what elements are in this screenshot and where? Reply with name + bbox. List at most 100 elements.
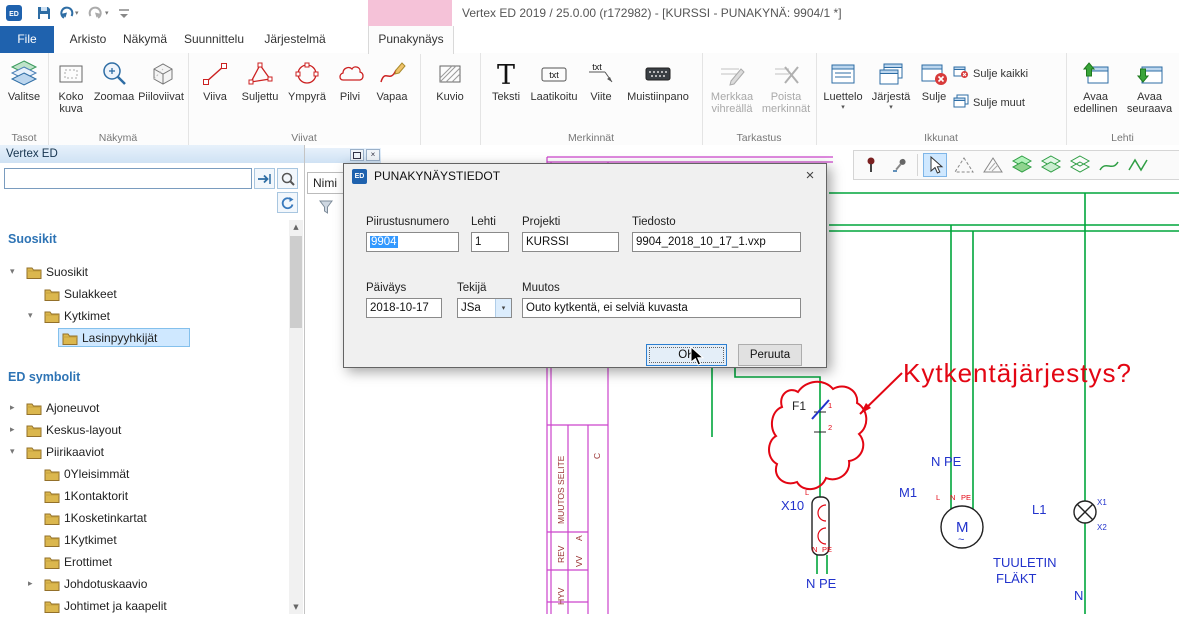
tab-arkisto[interactable]: Arkisto (62, 26, 114, 53)
tree-item-piirikaaviot[interactable]: ▾ Piirikaaviot (0, 442, 288, 462)
dashed-triangle-icon[interactable] (952, 153, 976, 177)
valitse-button[interactable]: Valitse (1, 55, 47, 130)
paivays-field[interactable]: 2018-10-17 (366, 298, 442, 318)
tree-item-sulakkeet[interactable]: Sulakkeet (0, 284, 288, 304)
avaa-seuraava-button[interactable]: Avaa seuraava (1123, 55, 1177, 130)
chevron-down-icon[interactable]: ▾ (75, 9, 79, 17)
refresh-button[interactable] (277, 192, 298, 213)
tree-item-1kytkimet[interactable]: 1Kytkimet (0, 530, 288, 550)
lehti-field[interactable]: 1 (471, 232, 509, 252)
viiva-button[interactable]: Viiva (194, 55, 236, 130)
search-icon (280, 171, 296, 187)
tree-item-lasinpyyhkijat[interactable]: Lasinpyyhkijät (0, 328, 288, 348)
search-input[interactable] (4, 168, 252, 189)
sulje-muut-button[interactable]: Sulje muut (953, 94, 1063, 111)
merkkaa-vihrealla-button: Merkkaa vihreällä (705, 55, 759, 130)
chevron-down-icon[interactable]: ▾ (495, 299, 511, 317)
tree-item-0yleisimmat[interactable]: 0Yleisimmät (0, 464, 288, 484)
tab-file[interactable]: File (0, 26, 54, 53)
customize-toolbar-button[interactable] (118, 4, 130, 22)
ok-button[interactable]: OK (646, 344, 727, 366)
chevron-down-icon[interactable]: ▾ (841, 103, 845, 111)
layers-green-icon[interactable] (1010, 153, 1034, 177)
chevron-right-icon[interactable]: ▸ (10, 398, 15, 418)
scrollbar-thumb[interactable] (290, 236, 302, 328)
tiedosto-field[interactable]: 9904_2018_10_17_1.vxp (632, 232, 801, 252)
green-zigzag-icon[interactable] (1126, 153, 1150, 177)
sulje-kaikki-button[interactable]: Sulje kaikki (953, 65, 1063, 82)
piiloviivat-button[interactable]: Piiloviivat (134, 55, 188, 130)
laatikoitu-button[interactable]: txt Laatikoitu (526, 55, 582, 130)
kuvio-button[interactable]: Kuvio (423, 55, 477, 130)
chevron-down-icon[interactable]: ▾ (889, 103, 893, 111)
open-previous-icon (1081, 58, 1111, 90)
green-lines-icon[interactable] (1097, 153, 1121, 177)
muutos-field[interactable]: Outo kytkentä, ei selviä kuvasta (522, 298, 801, 318)
sidebar-scrollbar[interactable]: ▲ ▼ (289, 220, 303, 614)
vapaa-button[interactable]: Vapaa (370, 55, 414, 130)
layers-green-light-icon[interactable] (1039, 153, 1063, 177)
browser-panel-titlebar[interactable]: × (305, 148, 381, 163)
group-caption: Lehti (1066, 132, 1179, 144)
jarjesta-button[interactable]: Järjestä ▾ (867, 55, 915, 130)
layers-outline-icon[interactable] (1068, 153, 1092, 177)
chevron-down-icon[interactable]: ▾ (10, 262, 15, 282)
cancel-button[interactable]: Peruuta (738, 344, 802, 366)
tree-item-1kontaktorit[interactable]: 1Kontaktorit (0, 486, 288, 506)
tab-punakynays[interactable]: Punakynäys (368, 26, 454, 54)
piirustusnumero-field[interactable]: 9904 (366, 232, 459, 252)
chevron-right-icon[interactable]: ▸ (10, 420, 15, 440)
restore-panel-icon[interactable] (350, 149, 364, 161)
filter-funnel-icon[interactable] (319, 200, 337, 215)
chevron-right-icon[interactable]: ▸ (28, 574, 33, 594)
teksti-button[interactable]: T Teksti (486, 55, 526, 130)
group-caption: Tasot (0, 132, 48, 144)
dialog-titlebar[interactable]: ED PUNAKYNÄYSTIEDOT × (344, 164, 826, 188)
hatched-triangle-icon[interactable] (981, 153, 1005, 177)
tree-item-johdotuskaavio[interactable]: ▸ Johdotuskaavio (0, 574, 288, 594)
tree-item-kytkimet[interactable]: ▾ Kytkimet (0, 306, 288, 326)
pilvi-button[interactable]: Pilvi (330, 55, 370, 130)
tree-item-keskus-layout[interactable]: ▸ Keskus-layout (0, 420, 288, 440)
pin-icon[interactable] (859, 153, 883, 177)
luettelo-button[interactable]: Luettelo ▾ (819, 55, 867, 130)
cascade-windows-icon (876, 58, 906, 90)
layers-icon (9, 58, 39, 90)
search-button[interactable] (277, 168, 298, 189)
tab-jarjestelma[interactable]: Järjestelmä (256, 26, 334, 53)
scroll-down-button[interactable]: ▼ (289, 600, 303, 614)
chevron-down-icon[interactable]: ▾ (28, 306, 33, 326)
tree-item-1kosketinkartat[interactable]: 1Kosketinkartat (0, 508, 288, 528)
search-go-button[interactable] (254, 168, 275, 189)
projekti-field[interactable]: KURSSI (522, 232, 619, 252)
redo-button[interactable]: ▾ (88, 4, 109, 22)
muistiinpano-button[interactable]: Muistiinpano (620, 55, 696, 130)
save-button[interactable] (36, 4, 52, 22)
section-suosikit: Suosikit (8, 232, 57, 246)
koko-kuva-button[interactable]: Koko kuva (48, 55, 94, 130)
tab-suunnittelu[interactable]: Suunnittelu (176, 26, 252, 53)
unpin-icon[interactable] (888, 153, 912, 177)
select-cursor-icon[interactable] (923, 153, 947, 177)
tree-item-ajoneuvot[interactable]: ▸ Ajoneuvot (0, 398, 288, 418)
sulje-button[interactable]: Sulje (915, 55, 953, 130)
tree-item-erottimet[interactable]: Erottimet (0, 552, 288, 572)
tree-item-johtimet-ja-kaapelit[interactable]: Johtimet ja kaapelit (0, 596, 288, 616)
chevron-down-icon[interactable]: ▾ (105, 9, 109, 17)
label-tekija: Tekijä (457, 282, 486, 294)
avaa-edellinen-button[interactable]: Avaa edellinen (1069, 55, 1123, 130)
tekija-combobox[interactable]: JSa ▾ (457, 298, 512, 318)
chevron-down-icon[interactable]: ▾ (10, 442, 15, 462)
svg-text:txt: txt (549, 70, 559, 80)
ympyra-button[interactable]: Ympyrä (284, 55, 330, 130)
line-icon (200, 58, 230, 90)
tree-item-suosikit[interactable]: ▾ Suosikit (0, 262, 288, 282)
viite-button[interactable]: txt Viite (582, 55, 620, 130)
close-icon[interactable]: × (794, 164, 826, 188)
close-panel-icon[interactable]: × (366, 149, 380, 161)
tab-nakyma[interactable]: Näkymä (118, 26, 172, 53)
undo-button[interactable]: ▾ (58, 4, 79, 22)
scroll-up-button[interactable]: ▲ (289, 220, 303, 234)
suljettu-button[interactable]: Suljettu (236, 55, 284, 130)
zoomaa-button[interactable]: Zoomaa (94, 55, 134, 130)
